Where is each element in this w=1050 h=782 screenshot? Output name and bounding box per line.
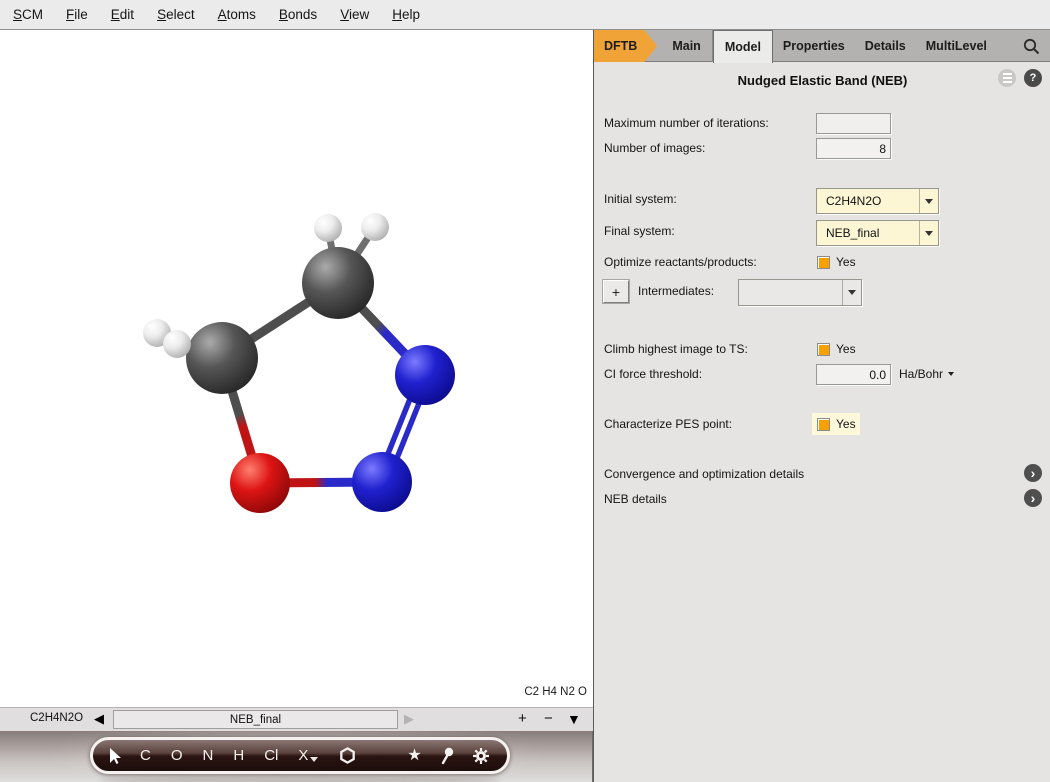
max-iterations-input[interactable]: [816, 113, 891, 134]
element-button-o[interactable]: O: [171, 747, 183, 764]
star-tool-icon[interactable]: ★: [407, 748, 421, 764]
settings-panel: DFTB Main Model Properties Details Multi…: [593, 30, 1050, 782]
add-intermediate-button[interactable]: +: [603, 280, 629, 303]
tab-properties[interactable]: Properties: [773, 30, 855, 62]
climb-ts-label: Climb highest image to TS:: [604, 342, 748, 356]
convergence-details-link[interactable]: Convergence and optimization details: [604, 467, 804, 481]
max-iterations-label: Maximum number of iterations:: [604, 116, 769, 130]
optimize-reactants-checkbox[interactable]: [817, 256, 830, 269]
menu-bonds[interactable]: Bonds: [274, 5, 322, 24]
panel-menu-icon[interactable]: [998, 69, 1016, 87]
optimize-reactants-label: Optimize reactants/products:: [604, 255, 757, 269]
initial-system-select[interactable]: C2H4N2O: [816, 188, 939, 214]
characterize-pes-yes-label: Yes: [836, 417, 856, 431]
menu-scm[interactable]: SCM: [8, 5, 48, 24]
molecular-formula-label: C2 H4 N2 O: [524, 686, 587, 698]
remove-system-button[interactable]: −: [544, 710, 553, 727]
tab-multilevel[interactable]: MultiLevel: [916, 30, 997, 62]
atom-n[interactable]: [395, 345, 455, 405]
selected-system-field[interactable]: [113, 710, 398, 729]
ams-input-window: SCM File Edit Select Atoms Bonds View Help C2 H…: [0, 0, 1050, 782]
intermediates-select[interactable]: [738, 279, 862, 306]
previous-system-icon[interactable]: ◀: [94, 711, 104, 727]
tab-main[interactable]: Main: [661, 30, 712, 62]
climb-ts-yes-label: Yes: [836, 342, 856, 356]
builder-toolbar: C O N H Cl X ★: [90, 737, 510, 774]
atom-h[interactable]: [361, 213, 389, 241]
molecule-3d-render: [0, 30, 593, 707]
gear-icon[interactable]: [472, 747, 490, 765]
panel-tab-bar: DFTB Main Model Properties Details Multi…: [594, 30, 1050, 62]
pill-reflection: [100, 776, 500, 782]
convergence-details-chevron-icon[interactable]: ›: [1024, 464, 1042, 482]
atom-c[interactable]: [186, 322, 258, 394]
element-button-x[interactable]: X: [298, 747, 318, 764]
initial-system-value: C2H4N2O: [817, 189, 919, 213]
element-button-cl[interactable]: Cl: [264, 747, 278, 764]
neb-details-link[interactable]: NEB details: [604, 492, 667, 506]
menu-bar: SCM File Edit Select Atoms Bonds View Help: [0, 0, 1050, 30]
atom-h[interactable]: [163, 330, 191, 358]
final-system-select[interactable]: NEB_final: [816, 220, 939, 246]
tab-details[interactable]: Details: [855, 30, 916, 62]
probe-tool-icon[interactable]: [439, 747, 455, 765]
tab-dftb[interactable]: DFTB: [594, 30, 657, 62]
element-dropdown-caret-icon: [310, 757, 318, 762]
num-images-input[interactable]: [816, 138, 891, 159]
menu-select[interactable]: Select: [152, 5, 200, 24]
element-button-h[interactable]: H: [233, 747, 244, 764]
hamburger-icon: [1003, 73, 1012, 83]
menu-edit[interactable]: Edit: [106, 5, 139, 24]
system-menu-icon[interactable]: ▼: [567, 711, 581, 727]
intermediates-label: Intermediates:: [638, 284, 714, 298]
ring-tool-icon[interactable]: [338, 746, 357, 765]
panel-title: Nudged Elastic Band (NEB): [594, 73, 1050, 88]
current-system-label: C2H4N2O: [30, 712, 83, 724]
search-icon: [1022, 37, 1041, 56]
tab-model[interactable]: Model: [713, 30, 773, 63]
builder-tool-strip: C O N H Cl X ★: [0, 731, 593, 782]
element-button-n[interactable]: N: [203, 747, 214, 764]
atom-n[interactable]: [352, 452, 412, 512]
atom-o[interactable]: [230, 453, 290, 513]
ci-force-input[interactable]: [816, 364, 891, 385]
ci-force-unit-select[interactable]: Ha/Bohr: [899, 367, 954, 381]
dropdown-arrow-icon[interactable]: [919, 189, 938, 213]
menu-atoms[interactable]: Atoms: [213, 5, 261, 24]
unit-dropdown-caret-icon: [948, 372, 954, 376]
climb-ts-checkbox[interactable]: [817, 343, 830, 356]
num-images-label: Number of images:: [604, 141, 705, 155]
element-button-c[interactable]: C: [140, 747, 151, 764]
menu-file[interactable]: File: [61, 5, 93, 24]
system-selector-bar: C2H4N2O ◀ ▶ + − ▼: [0, 707, 593, 731]
atom-h[interactable]: [314, 214, 342, 242]
menu-help[interactable]: Help: [387, 5, 425, 24]
atom-c[interactable]: [302, 247, 374, 319]
select-cursor-icon[interactable]: [105, 746, 125, 766]
characterize-pes-checkbox[interactable]: [817, 418, 830, 431]
search-button[interactable]: [1022, 30, 1050, 62]
characterize-pes-label: Characterize PES point:: [604, 417, 732, 431]
optimize-reactants-yes-label: Yes: [836, 255, 856, 269]
dropdown-arrow-icon[interactable]: [919, 221, 938, 245]
initial-system-label: Initial system:: [604, 192, 677, 206]
final-system-label: Final system:: [604, 224, 675, 238]
molecule-viewer[interactable]: C2 H4 N2 O: [0, 30, 593, 707]
ci-force-label: CI force threshold:: [604, 367, 702, 381]
neb-details-chevron-icon[interactable]: ›: [1024, 489, 1042, 507]
menu-view[interactable]: View: [335, 5, 374, 24]
intermediates-value: [739, 280, 842, 305]
ci-force-unit-value: Ha/Bohr: [899, 367, 943, 381]
next-system-icon[interactable]: ▶: [404, 711, 414, 727]
final-system-value: NEB_final: [817, 221, 919, 245]
dropdown-arrow-icon[interactable]: [842, 280, 861, 305]
add-system-button[interactable]: +: [518, 710, 527, 727]
help-icon[interactable]: ?: [1024, 69, 1042, 87]
